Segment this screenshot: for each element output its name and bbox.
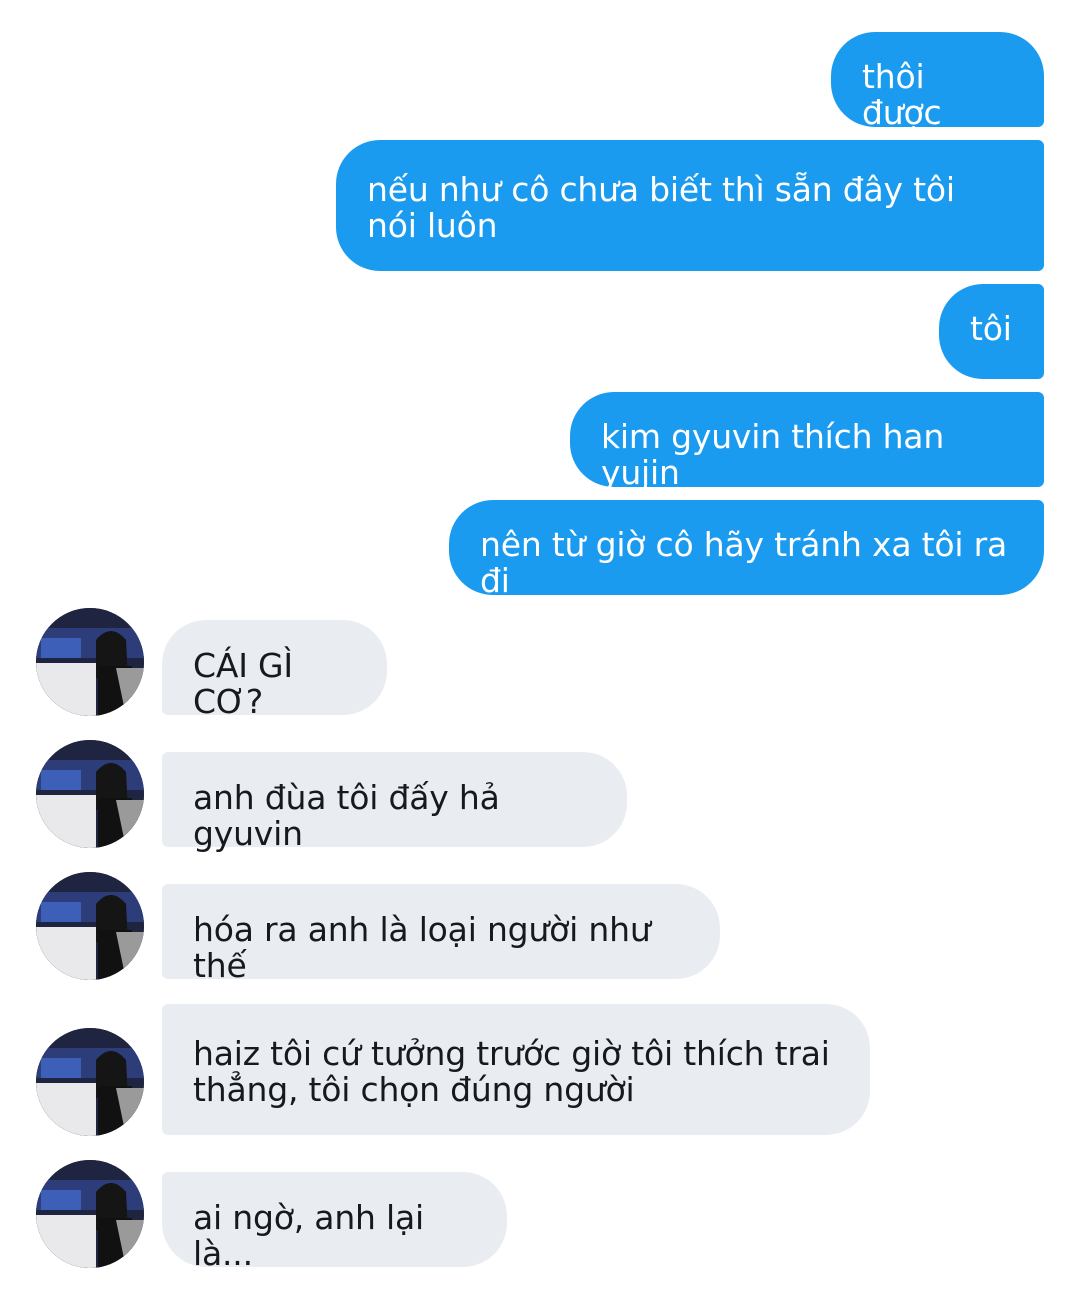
message-text: haiz tôi cứ tưởng trước giờ tôi thích tr… — [193, 1034, 830, 1109]
message-text: tôi — [970, 309, 1012, 348]
contact-avatar[interactable] — [36, 608, 144, 716]
outgoing-message[interactable]: thôi được — [831, 32, 1044, 131]
contact-avatar[interactable] — [36, 1028, 144, 1136]
message-text: kim gyuvin thích han yujin — [601, 417, 945, 492]
outgoing-message[interactable]: tôi — [939, 284, 1044, 379]
message-text: nên từ giờ cô hãy tránh xa tôi ra đi — [480, 525, 1008, 600]
incoming-message[interactable]: anh đùa tôi đấy hả gyuvin — [162, 752, 627, 852]
outgoing-message[interactable]: nên từ giờ cô hãy tránh xa tôi ra đi — [449, 500, 1044, 599]
avatar-photo-icon — [36, 872, 144, 980]
avatar-photo-icon — [36, 1028, 144, 1136]
avatar-photo-icon — [36, 740, 144, 848]
outgoing-message[interactable]: kim gyuvin thích han yujin — [570, 392, 1044, 491]
message-text: ai ngờ, anh lại là... — [193, 1198, 425, 1273]
message-text: nếu như cô chưa biết thì sẵn đây tôi nói… — [367, 170, 955, 245]
message-text: thôi được — [862, 57, 942, 132]
message-text: CÁI GÌ CƠ? — [193, 646, 293, 721]
avatar-photo-icon — [36, 608, 144, 716]
contact-avatar[interactable] — [36, 1160, 144, 1268]
contact-avatar[interactable] — [36, 872, 144, 980]
incoming-message[interactable]: hóa ra anh là loại người như thế — [162, 884, 720, 984]
contact-avatar[interactable] — [36, 740, 144, 848]
message-text: anh đùa tôi đấy hả gyuvin — [193, 778, 500, 853]
chat-thread: thôi được nếu như cô chưa biết thì sẵn đ… — [0, 0, 1080, 1290]
incoming-message[interactable]: CÁI GÌ CƠ? — [162, 620, 387, 720]
message-text: hóa ra anh là loại người như thế — [193, 910, 651, 985]
avatar-photo-icon — [36, 1160, 144, 1268]
incoming-message[interactable]: ai ngờ, anh lại là... — [162, 1172, 507, 1272]
outgoing-message[interactable]: nếu như cô chưa biết thì sẵn đây tôi nói… — [336, 140, 1044, 271]
incoming-message[interactable]: haiz tôi cứ tưởng trước giờ tôi thích tr… — [162, 1004, 870, 1135]
